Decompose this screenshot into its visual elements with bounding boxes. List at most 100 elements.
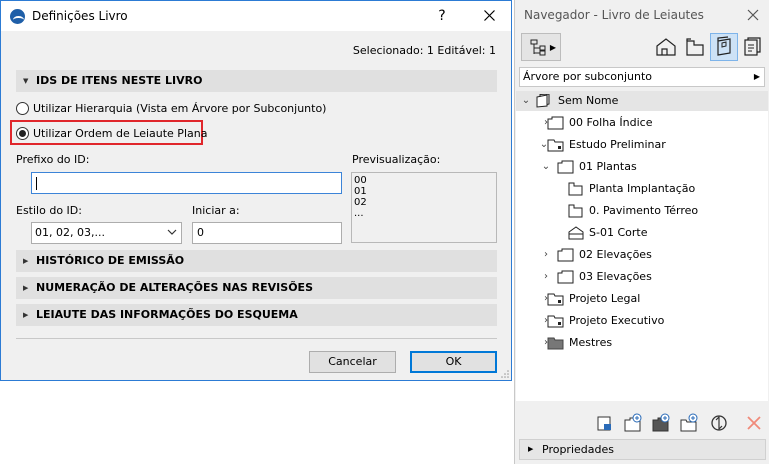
- preview-box: 00 01 02 ...: [351, 172, 497, 243]
- subset-folder-icon: [547, 139, 564, 152]
- tree-item-label: S-01 Corte: [589, 226, 648, 239]
- tree-item-planta-implantacao[interactable]: Planta Implantação: [516, 179, 768, 199]
- tree-item-label: Projeto Legal: [569, 292, 641, 305]
- close-icon[interactable]: [745, 7, 761, 23]
- masters-folder-icon: [547, 337, 564, 350]
- master-layout-icon: [568, 226, 584, 240]
- section-item-ids-label: IDS DE ITENS NESTE LIVRO: [36, 74, 203, 87]
- dialog-titlebar[interactable]: Definições Livro ?: [1, 1, 511, 31]
- help-button[interactable]: ?: [431, 5, 453, 27]
- book-settings-dialog: Definições Livro ? Selecionado: 1 Editáv…: [0, 0, 512, 381]
- tree-mode-selector[interactable]: Árvore por subconjunto ▶: [519, 67, 765, 87]
- tree-item-label: 03 Elevações: [579, 270, 652, 283]
- subset-icon: [547, 116, 564, 130]
- start-at-input[interactable]: 0: [192, 222, 342, 244]
- section-revision-numbering-header[interactable]: ▶ NUMERAÇÃO DE ALTERAÇÕES NAS REVISÕES: [16, 277, 497, 299]
- radio-flat-label: Utilizar Ordem de Leiaute Plana: [33, 126, 208, 140]
- new-folder-icon[interactable]: [679, 413, 699, 433]
- update-icon[interactable]: [709, 413, 729, 433]
- chevron-down-icon[interactable]: ⌄: [521, 91, 531, 111]
- navigator-panel: Navegador - Livro de Leiautes ▶ Árvore p…: [514, 0, 769, 464]
- radio-use-hierarchy[interactable]: Utilizar Hierarquia (Vista em Árvore por…: [16, 100, 326, 116]
- id-prefix-label: Prefixo do ID:: [16, 153, 90, 166]
- properties-label: Propriedades: [542, 443, 614, 456]
- close-icon: [483, 10, 495, 21]
- view-map-button[interactable]: [681, 33, 709, 61]
- tree-item-estudo-preliminar[interactable]: ⌄ Estudo Preliminar: [516, 135, 768, 155]
- triangle-right-icon: ▶: [23, 284, 29, 292]
- radio-button-hierarchy[interactable]: [16, 101, 29, 115]
- layout-book-tree: ⌄ Sem Nome › 00 Folha Índice ⌄ Estudo Pr…: [516, 91, 768, 401]
- tree-item-root[interactable]: ⌄ Sem Nome: [516, 91, 768, 111]
- new-master-icon[interactable]: [651, 413, 671, 433]
- radio-use-flat-order[interactable]: Utilizar Ordem de Leiaute Plana: [16, 125, 207, 141]
- chevron-down-icon[interactable]: ⌄: [541, 157, 551, 177]
- id-style-label: Estilo do ID:: [16, 204, 82, 217]
- tree-item-label: Estudo Preliminar: [569, 138, 666, 151]
- section-issue-history-header[interactable]: ▶ HISTÓRICO DE EMISSÃO: [16, 250, 497, 272]
- triangle-right-icon: ▶: [23, 311, 29, 319]
- resize-grip-icon[interactable]: [501, 370, 509, 378]
- book-icon: [536, 94, 550, 108]
- chevron-down-icon: [167, 229, 177, 235]
- subset-icon: [557, 270, 574, 284]
- tree-item-label: 02 Elevações: [579, 248, 652, 261]
- subset-icon: [557, 248, 574, 262]
- layout-book-icon: [717, 36, 731, 56]
- layout-icon: [568, 204, 583, 218]
- delete-icon[interactable]: [744, 413, 764, 433]
- selected-editable-count: Selecionado: 1 Editável: 1: [352, 44, 496, 57]
- radio-hierarchy-label: Utilizar Hierarquia (Vista em Árvore por…: [33, 101, 327, 115]
- chevron-right-icon[interactable]: ›: [541, 267, 551, 287]
- preview-line: 02: [354, 197, 367, 208]
- tree-item-folha-indice[interactable]: › 00 Folha Índice: [516, 113, 768, 133]
- tree-item-plantas[interactable]: ⌄ 01 Plantas: [516, 157, 768, 177]
- triangle-right-icon: ▶: [753, 72, 760, 81]
- chevron-right-icon[interactable]: ›: [541, 245, 551, 265]
- id-style-value: 01, 02, 03,...: [35, 226, 105, 239]
- dialog-title: Definições Livro: [32, 9, 128, 23]
- map-selector-button[interactable]: ▶: [521, 33, 561, 61]
- tree-item-s01-corte[interactable]: S-01 Corte: [516, 223, 768, 243]
- tree-item-label: Sem Nome: [558, 94, 619, 107]
- start-at-label: Iniciar a:: [192, 204, 240, 217]
- triangle-right-icon: ▶: [528, 445, 534, 453]
- tree-item-label: Mestres: [569, 336, 613, 349]
- new-subset-icon[interactable]: [623, 413, 643, 433]
- triangle-right-icon: ▶: [549, 43, 556, 52]
- house-icon: [656, 38, 676, 56]
- radio-button-flat[interactable]: [16, 126, 29, 140]
- tree-item-elevacoes-02[interactable]: › 02 Elevações: [516, 245, 768, 265]
- text-caret: [36, 177, 37, 190]
- divider: [16, 338, 497, 339]
- triangle-right-icon: ▶: [23, 257, 29, 265]
- close-button[interactable]: [475, 5, 503, 27]
- tree-item-projeto-executivo[interactable]: › Projeto Executivo: [516, 311, 768, 331]
- cancel-button[interactable]: Cancelar: [309, 351, 396, 373]
- properties-panel-toggle[interactable]: ▶ Propriedades: [519, 439, 766, 460]
- tree-item-label: Projeto Executivo: [569, 314, 665, 327]
- publisher-sets-button[interactable]: [739, 33, 767, 61]
- archicad-app-icon: [10, 9, 25, 24]
- tree-item-mestres[interactable]: › Mestres: [516, 333, 768, 353]
- section-item-ids-header[interactable]: ▼ IDS DE ITENS NESTE LIVRO: [16, 70, 497, 92]
- project-map-button[interactable]: [652, 33, 680, 61]
- preview-line: 00: [354, 175, 367, 186]
- layout-book-button[interactable]: [710, 33, 738, 61]
- id-style-select[interactable]: 01, 02, 03,...: [31, 222, 182, 244]
- triangle-down-icon: ▼: [23, 77, 29, 85]
- view-map-icon: [686, 38, 704, 56]
- section-schema-layout-label: LEIAUTE DAS INFORMAÇÕES DO ESQUEMA: [36, 308, 298, 321]
- subset-icon: [557, 160, 574, 174]
- tree-item-elevacoes-03[interactable]: › 03 Elevações: [516, 267, 768, 287]
- new-layout-icon[interactable]: [595, 413, 615, 433]
- section-issue-history-label: HISTÓRICO DE EMISSÃO: [36, 254, 185, 267]
- tree-item-pavimento-terreo[interactable]: 0. Pavimento Térreo: [516, 201, 768, 221]
- section-revision-numbering-label: NUMERAÇÃO DE ALTERAÇÕES NAS REVISÕES: [36, 281, 313, 294]
- id-prefix-input[interactable]: [31, 172, 342, 194]
- ok-button[interactable]: OK: [410, 351, 497, 373]
- tree-item-projeto-legal[interactable]: › Projeto Legal: [516, 289, 768, 309]
- section-schema-layout-header[interactable]: ▶ LEIAUTE DAS INFORMAÇÕES DO ESQUEMA: [16, 304, 497, 326]
- navigator-title: Navegador - Livro de Leiautes: [524, 8, 704, 22]
- layout-icon: [568, 182, 583, 196]
